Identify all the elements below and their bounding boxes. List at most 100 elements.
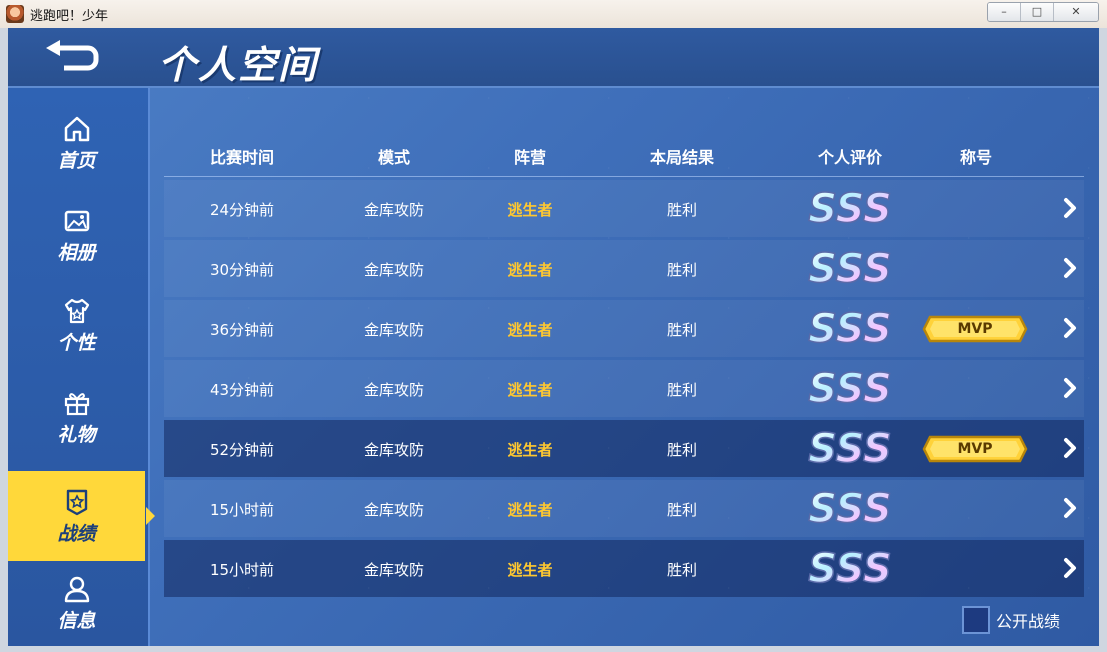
cell-camp: 逃生者: [507, 561, 553, 579]
cell-time: 30分钟前: [209, 261, 275, 279]
sidebar: 首页相册个性礼物战绩信息: [8, 88, 155, 646]
cell-camp: 逃生者: [507, 501, 553, 519]
chevron-right-icon[interactable]: [1062, 437, 1078, 459]
column-header: 称号: [959, 148, 993, 167]
table-row[interactable]: 15小时前 金库攻防 逃生者 胜利 SSS: [164, 480, 1084, 537]
cell-time: 52分钟前: [209, 441, 275, 459]
cell-mode: 金库攻防: [363, 381, 425, 399]
public-record-checkbox[interactable]: [962, 606, 990, 634]
chevron-right-icon[interactable]: [1062, 497, 1078, 519]
column-header: 个人评价: [817, 148, 883, 167]
cell-mode: 金库攻防: [363, 501, 425, 519]
rating-text: SSS: [808, 486, 892, 532]
minimize-button[interactable]: –: [988, 3, 1020, 21]
sidebar-item-3[interactable]: 礼物: [8, 370, 145, 460]
sidebar-item-5[interactable]: 信息: [8, 556, 145, 646]
cell-camp: 逃生者: [507, 321, 553, 339]
cell-camp: 逃生者: [507, 381, 553, 399]
column-header: 阵营: [513, 148, 547, 167]
table-row[interactable]: 24分钟前 金库攻防 逃生者 胜利 SSS: [164, 180, 1084, 237]
shirt-icon: [8, 296, 145, 326]
sidebar-item-1[interactable]: 相册: [8, 188, 145, 278]
sidebar-item-label: 相册: [57, 242, 96, 264]
sidebar-item-0[interactable]: 首页: [8, 96, 145, 186]
mvp-label: MVP: [957, 321, 993, 337]
window-controls: – □ ✕: [987, 2, 1099, 22]
column-header: 比赛时间: [209, 148, 275, 167]
mvp-badge: MVP: [922, 435, 1028, 463]
rating-text: SSS: [808, 546, 892, 592]
badge-icon: [8, 487, 145, 517]
table-row[interactable]: 15小时前 金库攻防 逃生者 胜利 SSS: [164, 540, 1084, 597]
chevron-right-icon[interactable]: [1062, 257, 1078, 279]
sidebar-item-label: 个性: [57, 332, 96, 354]
table-row[interactable]: 52分钟前 金库攻防 逃生者 胜利 SSS MVP: [164, 420, 1084, 477]
table-header: 比赛时间 模式 阵营 本局结果 个人评价 称号: [164, 128, 1084, 177]
rating-text: SSS: [808, 186, 892, 232]
sidebar-item-label: 战绩: [57, 523, 96, 545]
column-header: 模式: [377, 148, 411, 167]
rating-text: SSS: [808, 366, 892, 412]
sidebar-item-label: 礼物: [57, 424, 96, 446]
mvp-label: MVP: [957, 441, 993, 457]
cell-time: 15小时前: [209, 501, 275, 519]
close-button[interactable]: ✕: [1053, 3, 1098, 21]
cell-camp: 逃生者: [507, 261, 553, 279]
sidebar-item-4[interactable]: 战绩: [8, 471, 155, 561]
cell-mode: 金库攻防: [363, 561, 425, 579]
cell-mode: 金库攻防: [363, 201, 425, 219]
table-row[interactable]: 43分钟前 金库攻防 逃生者 胜利 SSS: [164, 360, 1084, 417]
column-header: 本局结果: [649, 148, 715, 167]
table-row[interactable]: 30分钟前 金库攻防 逃生者 胜利 SSS: [164, 240, 1084, 297]
cell-result: 胜利: [666, 561, 698, 579]
cell-time: 24分钟前: [209, 201, 275, 219]
page-title: 个人空间: [158, 43, 319, 87]
public-record-toggle[interactable]: 公开战绩: [962, 606, 1060, 634]
public-record-label: 公开战绩: [996, 612, 1061, 631]
back-button[interactable]: [44, 40, 100, 76]
cell-mode: 金库攻防: [363, 261, 425, 279]
rating-badge: SSS: [800, 305, 900, 353]
rating-text: SSS: [808, 306, 892, 352]
rating-badge: SSS: [800, 425, 900, 473]
rating-text: SSS: [808, 246, 892, 292]
mvp-badge: MVP: [922, 315, 1028, 343]
sidebar-item-label: 信息: [57, 610, 96, 632]
cell-result: 胜利: [666, 201, 698, 219]
user-icon: [8, 574, 145, 604]
chevron-right-icon[interactable]: [1062, 377, 1078, 399]
cell-result: 胜利: [666, 381, 698, 399]
cell-time: 43分钟前: [209, 381, 275, 399]
app-icon: [6, 5, 24, 23]
window-title: 逃跑吧！少年: [30, 9, 109, 24]
cell-camp: 逃生者: [507, 201, 553, 219]
match-history-table: 比赛时间 模式 阵营 本局结果 个人评价 称号 24分钟前 金库攻防 逃生者 胜利 SSS 30分钟…: [164, 128, 1084, 597]
game-area: 个人空间 首页相册个性礼物战绩信息 比赛时间 模式 阵营 本局结果 个人评价 称号 24分…: [8, 28, 1099, 646]
rating-badge: SSS: [800, 485, 900, 533]
chevron-right-icon[interactable]: [1062, 557, 1078, 579]
cell-result: 胜利: [666, 501, 698, 519]
sidebar-item-label: 首页: [57, 150, 96, 172]
cell-result: 胜利: [666, 441, 698, 459]
back-arrow-icon: [46, 40, 99, 71]
rating-text: SSS: [808, 426, 892, 472]
cell-time: 15小时前: [209, 561, 275, 579]
cell-time: 36分钟前: [209, 321, 275, 339]
rating-badge: SSS: [800, 245, 900, 293]
home-icon: [8, 114, 145, 144]
cell-result: 胜利: [666, 321, 698, 339]
cell-mode: 金库攻防: [363, 441, 425, 459]
cell-mode: 金库攻防: [363, 321, 425, 339]
rating-badge: SSS: [800, 365, 900, 413]
table-row[interactable]: 36分钟前 金库攻防 逃生者 胜利 SSS MVP: [164, 300, 1084, 357]
cell-camp: 逃生者: [507, 441, 553, 459]
rating-badge: SSS: [800, 185, 900, 233]
page-header: 个人空间: [8, 28, 1099, 88]
gift-icon: [8, 388, 145, 418]
maximize-button[interactable]: □: [1020, 3, 1053, 21]
chevron-right-icon[interactable]: [1062, 317, 1078, 339]
photo-icon: [8, 206, 145, 236]
cell-result: 胜利: [666, 261, 698, 279]
sidebar-item-2[interactable]: 个性: [8, 278, 145, 368]
chevron-right-icon[interactable]: [1062, 197, 1078, 219]
